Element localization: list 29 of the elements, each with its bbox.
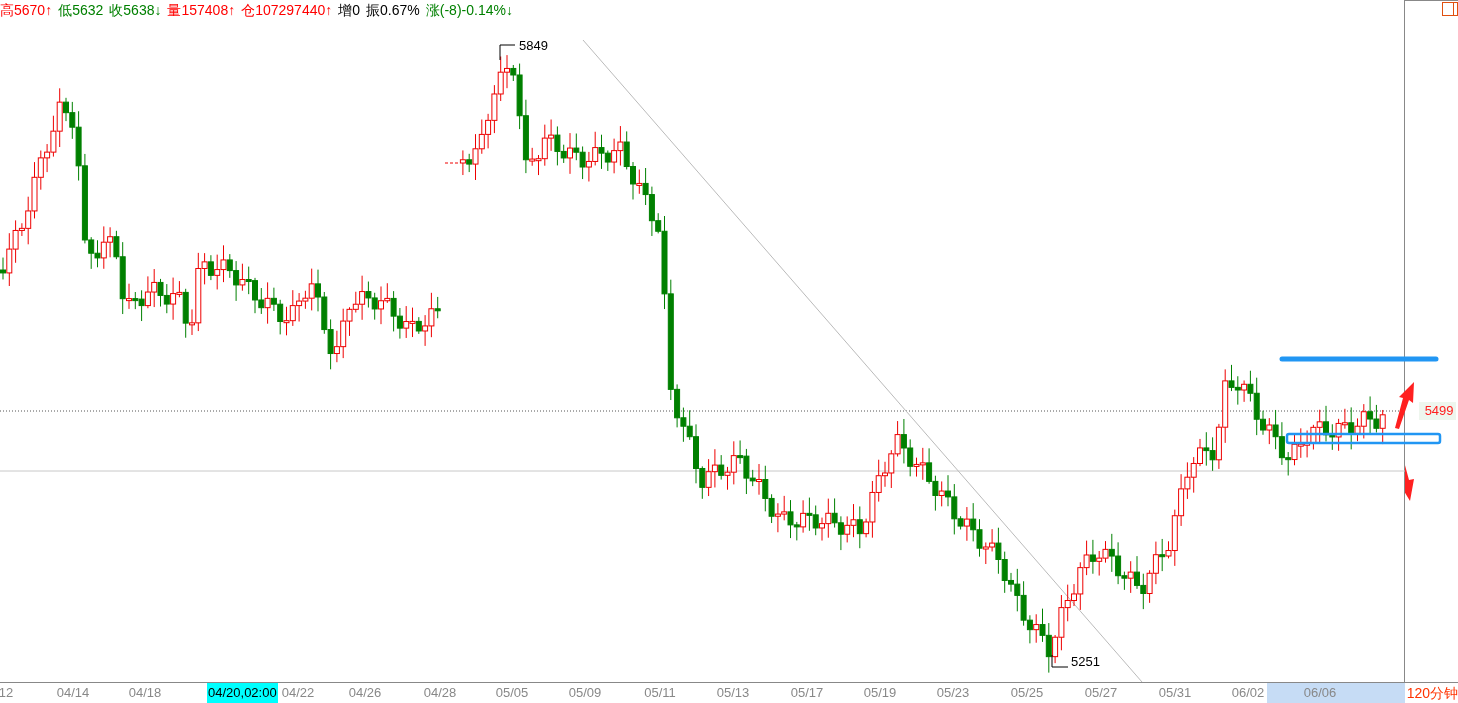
quote-stat: 振0.67% <box>366 1 420 20</box>
date-tick-label: 05/17 <box>790 684 824 702</box>
quote-stat: 量157408↑ <box>167 1 236 20</box>
date-tick-label: 05/27 <box>1084 684 1118 702</box>
quote-stat: 低5632 <box>58 1 104 20</box>
date-tick-label: 04/26 <box>348 684 382 702</box>
date-tick-label: 04/22 <box>281 684 315 702</box>
date-tick-label: 04/14 <box>56 684 90 702</box>
date-tick-label: 05/09 <box>568 684 602 702</box>
date-tick-label: 05/31 <box>1158 684 1192 702</box>
period-label[interactable]: 120分钟 <box>1404 683 1458 703</box>
date-tick-label: 05/19 <box>863 684 897 702</box>
date-tick-label: 05/13 <box>716 684 750 702</box>
date-tick-label: 04/18 <box>128 684 162 702</box>
quote-stat: 增0 <box>338 1 361 20</box>
date-tick-label: 05/23 <box>936 684 970 702</box>
quote-stat: 仓107297440↑ <box>241 1 333 20</box>
date-tick-label: 05/25 <box>1010 684 1044 702</box>
date-tick-label: 12 <box>0 684 14 702</box>
quote-stat: 收5638↓ <box>109 1 162 20</box>
quote-stat: 涨(-8)-0.14%↓ <box>425 1 513 20</box>
price-tag: 5499 <box>1418 402 1456 420</box>
date-tick-label: 06/06 <box>1303 684 1337 702</box>
quote-stat: 高5670↑ <box>0 1 53 20</box>
date-tick-label: 06/02 <box>1231 684 1265 702</box>
date-tick-label: 04/28 <box>423 684 457 702</box>
date-tick-label: 05/11 <box>644 684 676 702</box>
date-tick-label: 05/05 <box>495 684 529 702</box>
cursor-time-label: 04/20,02:00 <box>207 683 278 703</box>
